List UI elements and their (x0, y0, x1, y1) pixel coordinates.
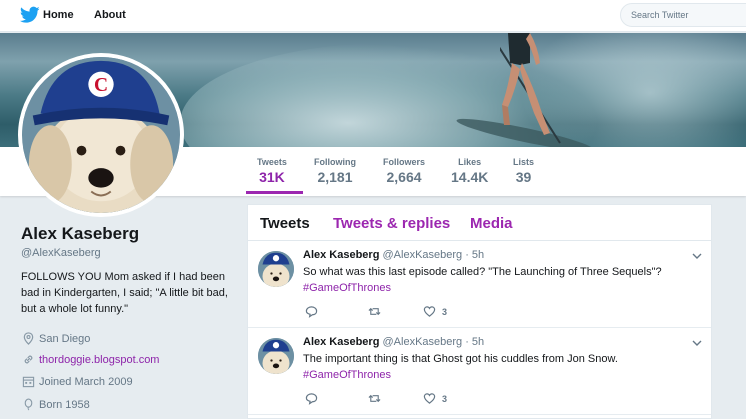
profile-location-text: San Diego (39, 332, 91, 345)
tab-media[interactable]: Media (470, 215, 513, 232)
stat-label: Followers (383, 157, 426, 167)
profile-website[interactable]: thordoggie.blogspot.com (22, 353, 159, 366)
tweet-hashtag[interactable]: #GameOfThrones (303, 282, 391, 294)
dog-in-cubs-cap-image: C (23, 57, 179, 213)
tweet-actions: 3 (305, 392, 505, 406)
link-icon (24, 355, 33, 364)
dog-avatar-image (258, 338, 294, 374)
svg-text:C: C (94, 75, 108, 96)
tweet-author-name[interactable]: Alex Kaseberg (303, 336, 379, 348)
profile-location: San Diego (22, 332, 90, 345)
retweet-button[interactable] (368, 305, 381, 318)
profile-website-link[interactable]: thordoggie.blogspot.com (39, 354, 159, 366)
stat-tweets[interactable]: Tweets 31K (257, 157, 287, 185)
profile-name: Alex Kaseberg (21, 224, 140, 243)
tweet-timeline: Tweets Tweets & replies Media Alex Kaseb… (247, 204, 712, 419)
chevron-down-icon[interactable] (692, 339, 702, 347)
stat-label: Likes (458, 157, 482, 167)
tweet-author-meta[interactable]: @AlexKaseberg · 5h (383, 249, 485, 261)
reply-button[interactable] (305, 392, 318, 405)
search-input[interactable]: Search Twitter (620, 3, 746, 27)
profile-joined: Joined March 2009 (22, 375, 133, 388)
tweet-text: The important thing is that Ghost got hi… (303, 353, 618, 365)
stat-followers[interactable]: Followers 2,664 (383, 157, 425, 185)
calendar-icon (22, 376, 35, 388)
profile-birthday: Born 1958 (22, 398, 90, 411)
nav-about-link[interactable]: About (94, 9, 126, 21)
profile-joined-text: Joined March 2009 (39, 375, 133, 388)
tweet-text: So what was this last episode called? "T… (303, 266, 662, 278)
tab-tweets[interactable]: Tweets (260, 215, 310, 232)
tweet-author-name[interactable]: Alex Kaseberg (303, 249, 379, 261)
stat-label: Tweets (257, 157, 287, 167)
stat-value: 2,181 (317, 169, 353, 185)
stat-label: Following (314, 157, 356, 167)
reply-icon (305, 393, 318, 405)
reply-icon (305, 306, 318, 318)
timeline-tabs: Tweets Tweets & replies Media (248, 205, 711, 241)
tweet-header: Alex Kaseberg @AlexKaseberg · 5h (303, 336, 484, 348)
stat-lists[interactable]: Lists 39 (513, 157, 534, 185)
stat-value: 31K (259, 169, 285, 185)
active-stat-indicator (246, 191, 303, 194)
tweet-header: Alex Kaseberg @AlexKaseberg · 5h (303, 249, 484, 261)
like-count: 3 (442, 393, 448, 404)
tweet-actions: 3 (305, 305, 505, 319)
retweet-icon (368, 307, 381, 316)
retweet-icon (368, 394, 381, 403)
profile-born-text: Born 1958 (39, 398, 90, 411)
retweet-button[interactable] (368, 392, 381, 405)
profile-handle: @AlexKaseberg (21, 247, 101, 259)
stat-value: 2,664 (386, 169, 422, 185)
top-nav: Home About Search Twitter (0, 0, 746, 32)
stat-value: 39 (515, 169, 532, 185)
like-button[interactable]: 3 (423, 305, 447, 318)
stat-label: Lists (513, 157, 535, 167)
stat-following[interactable]: Following 2,181 (314, 157, 356, 185)
tweet-author-meta[interactable]: @AlexKaseberg · 5h (383, 336, 485, 348)
balloon-icon (24, 398, 33, 411)
tweet-hashtag[interactable]: #GameOfThrones (303, 369, 391, 381)
tweet-avatar[interactable] (258, 251, 294, 287)
heart-icon (423, 306, 436, 317)
profile-avatar[interactable]: C (18, 53, 184, 217)
tweet-item[interactable]: Alex Kaseberg @AlexKaseberg · 5h The imp… (248, 328, 711, 415)
stat-likes[interactable]: Likes 14.4K (451, 157, 488, 185)
like-button[interactable]: 3 (423, 392, 447, 405)
twitter-bird-icon[interactable] (20, 6, 40, 24)
reply-button[interactable] (305, 305, 318, 318)
heart-icon (423, 393, 436, 404)
like-count: 3 (442, 306, 448, 317)
nav-home-link[interactable]: Home (43, 9, 74, 21)
banner-surfer (500, 33, 561, 144)
location-pin-icon (23, 332, 34, 345)
tweet-avatar[interactable] (258, 338, 294, 374)
dog-avatar-image (258, 251, 294, 287)
tweet-item[interactable]: Alex Kaseberg @AlexKaseberg · 5h So what… (248, 241, 711, 328)
profile-bio: FOLLOWS YOU Mom asked if I had been bad … (21, 271, 228, 315)
stat-value: 14.4K (451, 169, 489, 185)
chevron-down-icon[interactable] (692, 252, 702, 260)
tab-tweets-replies[interactable]: Tweets & replies (333, 215, 450, 232)
